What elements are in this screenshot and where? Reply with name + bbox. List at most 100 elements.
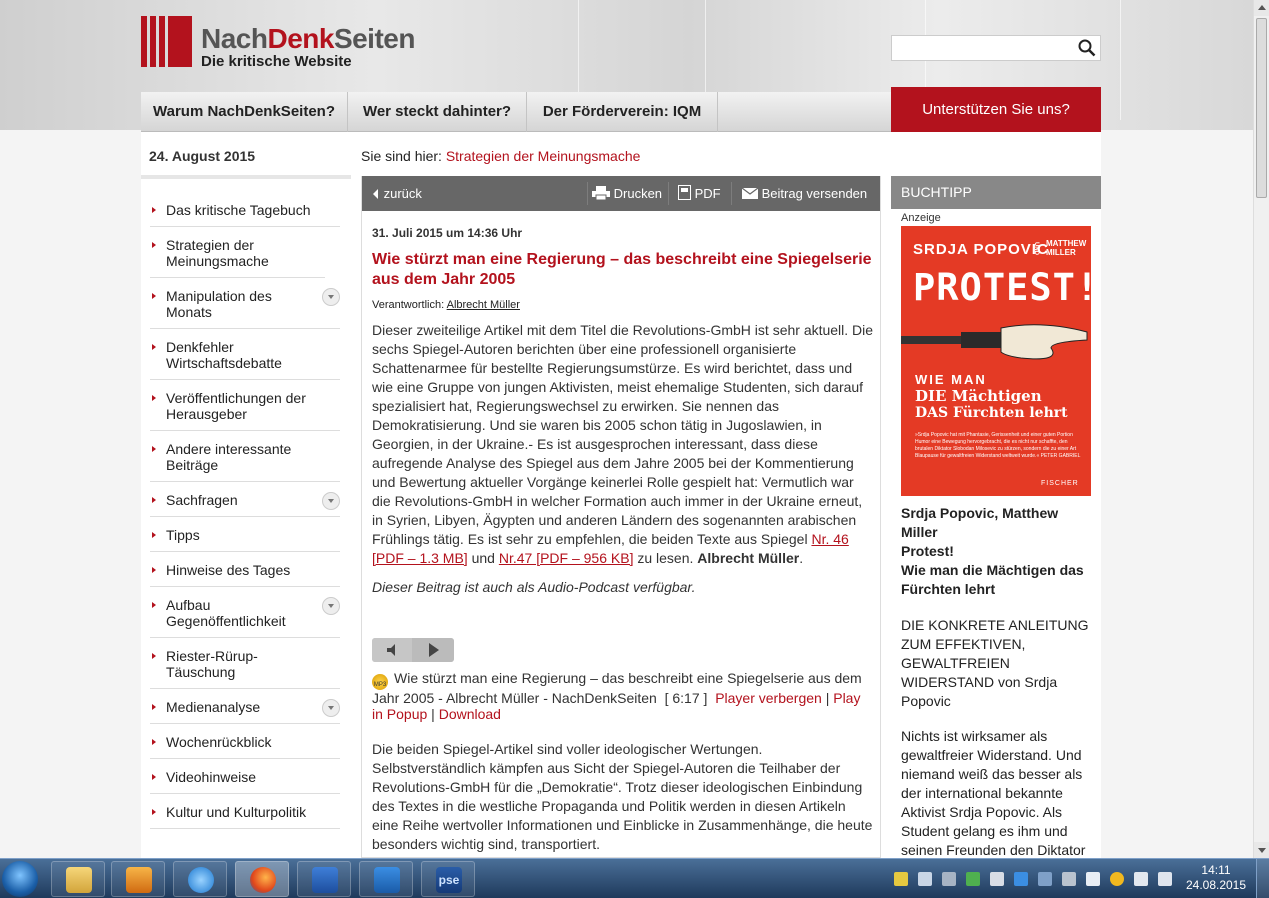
taskbar-explorer[interactable] [51, 861, 105, 897]
pdf-label: PDF [694, 186, 721, 201]
chevron-up-icon [1258, 5, 1266, 10]
sidebar-item-label: Veröffentlichungen der Herausgeber [166, 390, 306, 422]
author-link[interactable]: Albrecht Müller [447, 299, 520, 311]
separator: | [825, 690, 830, 706]
sidebar-item-label: Riester-Rürup-Täuschung [166, 648, 258, 680]
article-title[interactable]: Wie stürzt man eine Regierung – das besc… [372, 250, 874, 290]
taskbar-pse[interactable]: pse [421, 861, 475, 897]
tray-tool-icon[interactable] [942, 872, 956, 886]
sidebar-item-tipps[interactable]: Tipps [150, 517, 340, 552]
browser-page: { "site": { "logo_name_a": "Nach", "logo… [0, 0, 1269, 898]
book-authors: Srdja Popovic, Matthew Miller [901, 505, 1059, 540]
sidebar-item-riester[interactable]: Riester-Rürup-Täuschung [150, 638, 340, 689]
taskbar-media-player[interactable] [111, 861, 165, 897]
firefox-icon [250, 867, 276, 893]
tray-mail-icon[interactable] [990, 872, 1004, 886]
search-icon[interactable] [1078, 39, 1096, 57]
mp3-icon: MP3 [372, 674, 388, 690]
sidebar-item-videohinweise[interactable]: Videohinweise [150, 759, 340, 794]
sidebar-item-aufbau[interactable]: Aufbau Gegenöffentlichkeit [150, 587, 340, 638]
sidebar-item-label: Sachfragen [166, 492, 238, 508]
player-hide-link[interactable]: Player verbergen [715, 690, 822, 706]
tray-flag-icon[interactable] [1086, 872, 1100, 886]
chevron-down-icon[interactable] [322, 597, 340, 615]
word-icon [312, 867, 338, 893]
sidebar-item-sachfragen[interactable]: Sachfragen [150, 482, 340, 517]
scroll-down-button[interactable] [1254, 842, 1269, 858]
booktip-title[interactable]: Srdja Popovic, Matthew Miller Protest! W… [901, 504, 1091, 599]
sidebar-item-tagebuch[interactable]: Das kritische Tagebuch [150, 192, 340, 227]
send-article-button[interactable]: Beitrag versenden [741, 176, 867, 211]
scrollbar-thumb[interactable] [1256, 18, 1267, 198]
cover-coauthor: MATTHEW MILLER [1046, 239, 1087, 257]
show-desktop-button[interactable] [1256, 859, 1269, 898]
sidebar-item-label: Aufbau Gegenöffentlichkeit [166, 597, 286, 629]
scroll-up-button[interactable] [1254, 0, 1269, 16]
print-button[interactable]: Drucken [592, 176, 662, 211]
cover-subtitle-3: DAS Fürchten lehrt [915, 405, 1068, 421]
tray-pen-icon[interactable] [918, 872, 932, 886]
article-column: zurück Drucken PDF Beitrag versenden 31.… [361, 176, 881, 858]
download-link[interactable]: Download [439, 706, 501, 722]
taskbar-internet-explorer[interactable] [173, 861, 227, 897]
book-subtitle: Wie man die Mächtigen das Fürchten lehrt [901, 562, 1084, 597]
nav-item-foerderverein[interactable]: Der Förderverein: IQM [527, 92, 718, 132]
sidebar-item-medienanalyse[interactable]: Medienanalyse [150, 689, 340, 724]
play-button[interactable] [412, 638, 454, 662]
taskbar-firefox[interactable] [235, 861, 289, 897]
tray-volume-icon[interactable] [1158, 872, 1172, 886]
support-button[interactable]: Unterstützen Sie uns? [891, 87, 1101, 132]
book-cover-image[interactable]: SRDJA POPOVIC UND MATTHEW MILLER PROTEST… [901, 226, 1091, 496]
vertical-scrollbar[interactable] [1253, 0, 1269, 858]
sidebar-item-strategien[interactable]: Strategien der Meinungsmache [150, 227, 325, 278]
sidebar-item-label: Hinweise des Tages [166, 562, 291, 578]
document-icon [678, 185, 691, 200]
sidebar-item-wochenrueckblick[interactable]: Wochenrückblick [150, 724, 340, 759]
chevron-down-icon[interactable] [322, 492, 340, 510]
chevron-down-icon[interactable] [322, 288, 340, 306]
tray-outlook-icon[interactable] [1014, 872, 1028, 886]
start-button-icon[interactable] [2, 861, 38, 897]
tray-settings-icon[interactable] [1062, 872, 1076, 886]
sidebar-item-hinweise[interactable]: Hinweise des Tages [150, 552, 340, 587]
sidebar-item-manipulation[interactable]: Manipulation des Monats [150, 278, 340, 329]
sidebar-item-label: Videohinweise [166, 769, 257, 785]
nav-item-wer[interactable]: Wer steckt dahinter? [348, 92, 527, 132]
current-date: 24. August 2015 [149, 148, 256, 164]
booktip-panel: BUCHTIPP Anzeige SRDJA POPOVIC UND MATTH… [891, 176, 1101, 858]
pdf-link-nr47[interactable]: Nr.47 [PDF – 956 KB] [499, 550, 634, 566]
sidebar-item-veroeffentlichungen[interactable]: Veröffentlichungen der Herausgeber [150, 380, 340, 431]
tray-check-icon[interactable] [966, 872, 980, 886]
site-logo[interactable]: NachDenkSeiten Die kritische Website [141, 16, 441, 70]
search-input[interactable] [892, 36, 1072, 60]
sidebar-item-label: Denkfehler Wirtschaftsdebatte [166, 339, 282, 371]
taskbar-outlook[interactable] [359, 861, 413, 897]
breadcrumb-link[interactable]: Strategien der Meinungsmache [446, 148, 641, 164]
sidebar-item-kultur[interactable]: Kultur und Kulturpolitik [150, 794, 340, 829]
sidebar-item-andere[interactable]: Andere interessante Beiträge [150, 431, 340, 482]
back-label: zurück [383, 186, 422, 201]
printer-icon [592, 186, 610, 201]
system-tray [890, 859, 1180, 898]
taskbar-word[interactable] [297, 861, 351, 897]
tray-security-icon[interactable] [894, 872, 908, 886]
paragraph-text: . [799, 550, 804, 566]
tray-network-icon[interactable] [1134, 872, 1148, 886]
article-author: Verantwortlich: Albrecht Müller [372, 299, 874, 311]
logo-bars-icon [141, 16, 192, 67]
volume-button[interactable] [372, 638, 412, 662]
taskbar-clock[interactable]: 14:11 24.08.2015 [1183, 863, 1249, 893]
tray-power-icon[interactable] [1110, 872, 1124, 886]
sidebar-item-denkfehler[interactable]: Denkfehler Wirtschaftsdebatte [150, 329, 340, 380]
sidebar-item-label: Wochenrückblick [166, 734, 272, 750]
tray-network-share-icon[interactable] [1038, 872, 1052, 886]
play-icon [429, 643, 439, 657]
chevron-down-icon[interactable] [322, 699, 340, 717]
site-wrapper: NachDenkSeiten Die kritische Website War… [141, 0, 1101, 858]
print-label: Drucken [613, 186, 663, 201]
back-link[interactable]: zurück [372, 176, 422, 211]
paragraph-text: Dieser zweiteilige Artikel mit dem Titel… [372, 322, 874, 547]
nav-item-warum[interactable]: Warum NachDenkSeiten? [141, 92, 348, 132]
pdf-button[interactable]: PDF [678, 176, 721, 211]
envelope-icon [741, 187, 759, 199]
